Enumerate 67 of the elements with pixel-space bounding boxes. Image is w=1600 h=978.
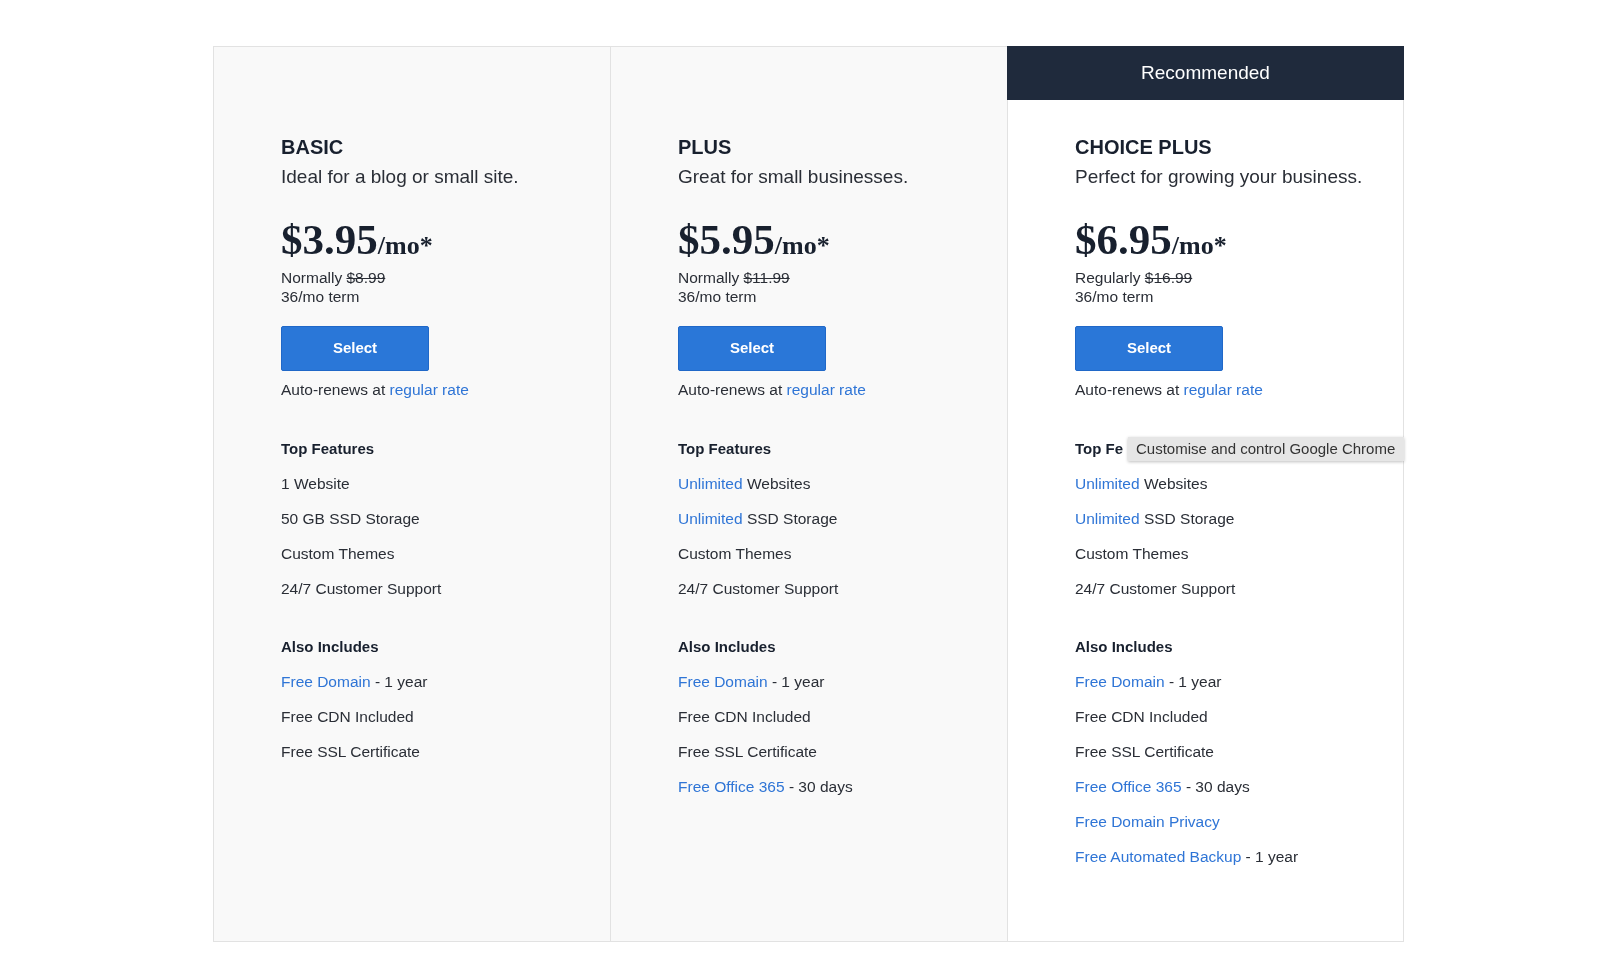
feature-item: 24/7 Customer Support [678,579,839,599]
feature-link[interactable]: Unlimited [678,475,743,492]
price: $3.95/mo* [281,218,433,261]
feature-item: Free CDN Included [281,707,414,727]
feature-item: Free Domain - 1 year [281,672,428,692]
feature-item: Custom Themes [678,544,792,564]
feature-link[interactable]: Free Domain Privacy [1075,812,1220,832]
feature-item: Free Office 365 - 30 days [1075,777,1250,797]
feature-link[interactable]: Unlimited [1075,475,1140,492]
feature-link[interactable]: Free Domain [678,673,768,690]
feature-item: 24/7 Customer Support [281,579,442,599]
feature-link[interactable]: Free Automated Backup [1075,848,1242,865]
term-text: 36/mo term [678,287,757,306]
select-button[interactable]: Select [678,326,826,371]
feature-link[interactable]: Free Office 365 [678,778,785,795]
feature-link[interactable]: Unlimited [678,510,743,527]
feature-item: Custom Themes [281,544,395,564]
rate-link[interactable]: regular rate [786,381,866,398]
section-heading: Also Includes [1075,637,1173,656]
feature-item: 24/7 Customer Support [1075,579,1236,599]
select-button[interactable]: Select [1075,326,1223,371]
feature-item: 1 Website [281,474,350,494]
plan-tagline: Great for small businesses. [678,165,909,189]
regular-price: Regularly $16.99 [1075,268,1193,287]
feature-item: Free CDN Included [1075,707,1208,727]
plan-tagline: Perfect for growing your business. [1075,165,1363,189]
price: $5.95/mo* [678,218,830,261]
regular-price: Normally $11.99 [678,268,790,287]
plan-name: PLUS [678,135,732,159]
regular-price: Normally $8.99 [281,268,386,287]
feature-item: 50 GB SSD Storage [281,509,420,529]
recommended-banner: Recommended [1007,46,1404,100]
section-heading: Also Includes [678,637,776,656]
plan-tagline: Ideal for a blog or small site. [281,165,519,189]
renewal-note: Auto-renews at regular rate [1075,380,1263,399]
feature-item: Free SSL Certificate [1075,742,1214,762]
section-heading: Top Fe [1075,439,1124,458]
rate-link[interactable]: regular rate [1183,381,1263,398]
rate-link[interactable]: regular rate [389,381,469,398]
renewal-note: Auto-renews at regular rate [678,380,866,399]
select-button[interactable]: Select [281,326,429,371]
feature-item: Free Domain - 1 year [1075,672,1222,692]
feature-item: Free SSL Certificate [678,742,817,762]
feature-item: Free CDN Included [678,707,811,727]
tooltip: Customise and control Google Chrome [1128,437,1404,461]
section-heading: Top Features [281,439,375,458]
section-heading: Top Features [678,439,772,458]
price: $6.95/mo* [1075,218,1227,261]
section-heading: Also Includes [281,637,379,656]
feature-item: Free SSL Certificate [281,742,420,762]
term-text: 36/mo term [281,287,360,306]
feature-item: Free Office 365 - 30 days [678,777,853,797]
feature-link[interactable]: Free Domain [281,673,371,690]
feature-item: Custom Themes [1075,544,1189,564]
feature-item: Unlimited SSD Storage [1075,509,1235,529]
term-text: 36/mo term [1075,287,1154,306]
feature-link[interactable]: Unlimited [1075,510,1140,527]
feature-link[interactable]: Free Office 365 [1075,778,1182,795]
feature-item: Unlimited SSD Storage [678,509,838,529]
plan-name: BASIC [281,135,344,159]
plan-name: CHOICE PLUS [1075,135,1212,159]
feature-item: Unlimited Websites [678,474,811,494]
feature-item: Free Domain - 1 year [678,672,825,692]
feature-item: Free Automated Backup - 1 year [1075,847,1299,867]
renewal-note: Auto-renews at regular rate [281,380,469,399]
feature-link[interactable]: Free Domain [1075,673,1165,690]
feature-item: Unlimited Websites [1075,474,1208,494]
